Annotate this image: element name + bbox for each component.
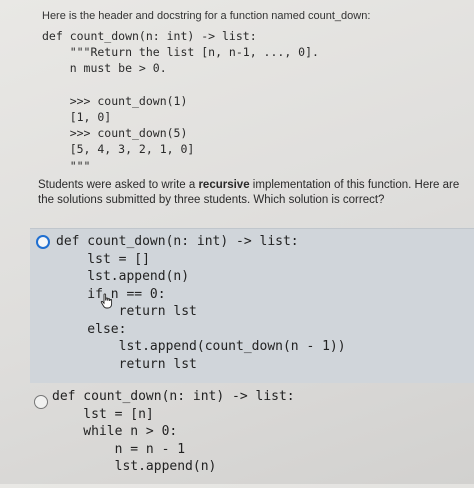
answer-option-b[interactable]: def count_down(n: int) -> list: lst = [n… [30,388,474,488]
radio-button-a[interactable] [36,235,50,249]
intro-text: Here is the header and docstring for a f… [42,10,371,22]
radio-button-b[interactable] [34,395,48,409]
hand-pointer-icon [100,293,113,309]
function-header-code: def count_down(n: int) -> list: """Retur… [42,29,319,173]
question-text-bold: recursive [198,179,250,191]
option-b-code: def count_down(n: int) -> list: lst = [n… [52,389,295,474]
question-text-before: Students were asked to write a [38,179,199,191]
question-text: Students were asked to write a recursive… [38,178,463,208]
answer-option-a[interactable]: def count_down(n: int) -> list: lst = []… [30,228,474,383]
